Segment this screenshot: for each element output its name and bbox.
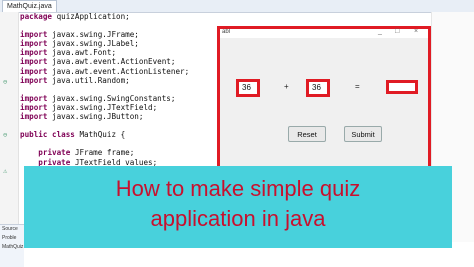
code-line[interactable] [20,21,220,30]
minimize-icon[interactable]: _ [378,28,382,35]
code-line[interactable]: import java.awt.event.ActionListener; [20,67,220,76]
code-line[interactable]: import java.awt.Font; [20,48,220,57]
code-line[interactable]: package quizApplication; [20,12,220,21]
submit-button[interactable]: Submit [344,126,382,142]
code-line[interactable]: import javax.swing.JButton; [20,112,220,121]
warning-marker-icon: ⚠ [3,167,8,175]
code-line[interactable]: import javax.swing.JFrame; [20,30,220,39]
problems-tab[interactable]: Proble [0,234,24,243]
quiz-window: abl _ □ × 36 + 36 = Reset Submit [217,26,431,176]
code-line[interactable] [20,121,220,130]
close-icon[interactable]: × [414,28,418,35]
code-line[interactable]: import javax.swing.SwingConstants; [20,94,220,103]
plus-label: + [284,82,289,91]
code-line[interactable] [20,85,220,94]
fold-marker-icon[interactable]: ⊖ [3,131,7,139]
bottom-view-tabs: Source Proble MathQuiz [0,224,24,267]
answer-field[interactable] [386,80,418,94]
fold-marker-icon[interactable]: ⊖ [3,78,7,86]
mathquiz-tab[interactable]: MathQuiz [0,243,24,252]
file-tab[interactable]: MathQuiz.java [2,0,57,12]
code-line[interactable]: import java.awt.event.ActionEvent; [20,57,220,66]
code-line[interactable]: import javax.swing.JTextField; [20,103,220,112]
window-title: abl [222,29,231,35]
code-line[interactable]: import java.util.Random; [20,76,220,85]
source-tab[interactable]: Source [0,225,24,234]
code-editor[interactable]: package quizApplication; import javax.swi… [20,12,220,185]
reset-button[interactable]: Reset [288,126,326,142]
code-line[interactable]: import javax.swing.JLabel; [20,39,220,48]
equals-label: = [355,82,360,91]
code-line[interactable]: private JFrame frame; [20,148,220,157]
banner-line-1: How to make simple quiz [115,176,361,201]
title-banner: How to make simple quiz application in j… [24,166,452,248]
code-line[interactable]: public class MathQuiz { [20,130,220,139]
maximize-icon[interactable]: □ [395,28,399,35]
first-number-field[interactable]: 36 [236,79,260,97]
banner-line-2: application in java [150,206,326,231]
editor-gutter: ⊖ ⊖ ⚠ [0,12,19,242]
window-content: 36 + 36 = Reset Submit [220,38,428,173]
code-line[interactable] [20,139,220,148]
second-number-field[interactable]: 36 [306,79,330,97]
